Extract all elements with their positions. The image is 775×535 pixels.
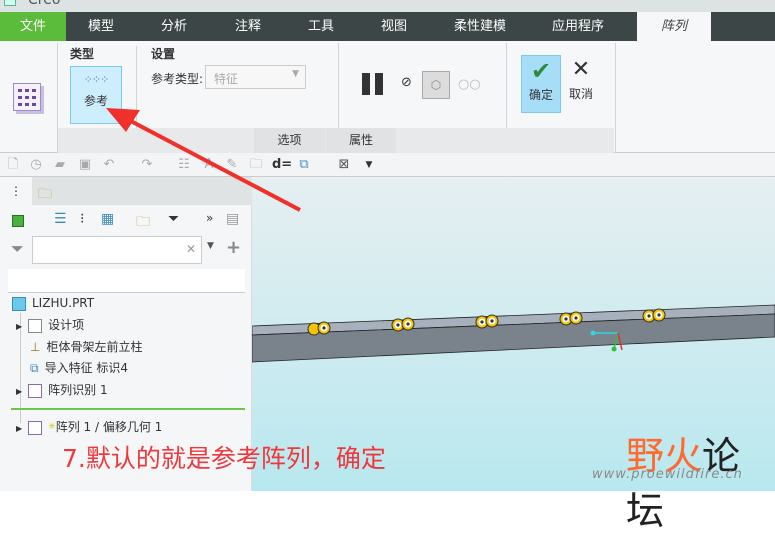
checkmark-icon: ✔ (530, 57, 552, 85)
settings-doc-icon[interactable]: ▤ (226, 211, 239, 227)
tree-item-label: 阵列 1 / 偏移几何 1 (55, 420, 163, 434)
design-items-icon (28, 318, 43, 333)
ref-type-select[interactable]: 特征 ▼ (205, 65, 306, 89)
insert-indicator[interactable] (11, 408, 245, 410)
tree-root[interactable]: LIZHU.PRT (12, 293, 94, 313)
tree-item-label: 设计项 (48, 318, 85, 332)
tab-flexible-modeling[interactable]: 柔性建模 (440, 12, 520, 41)
expand-icon[interactable]: ▶ (16, 424, 22, 433)
add-icon[interactable]: + (226, 237, 241, 258)
tree-root-label: LIZHU.PRT (32, 296, 95, 310)
new-icon[interactable]: 🗋 (5, 157, 21, 173)
tree-item[interactable]: ▶ 设计项 (16, 315, 84, 335)
tab-analysis[interactable]: 分析 (138, 12, 210, 41)
reference-icon: ⁘⁘⁘ (83, 73, 110, 86)
tree-expand-icon[interactable]: ⁝ (80, 211, 84, 227)
regen-list-icon[interactable]: ☷ (176, 157, 192, 173)
tree-filter-icon[interactable]: ⏷ (168, 211, 179, 227)
pause-icon-bar (375, 73, 383, 95)
part-icon (12, 296, 26, 311)
tree-item-label: 柜体骨架左前立柱 (46, 340, 143, 354)
tab-annotate[interactable]: 注释 (212, 12, 284, 41)
ref-type-value: 特征 (214, 72, 239, 86)
settings-group-label: 设置 (151, 47, 176, 61)
cancel-label: 取消 (568, 87, 593, 101)
show-icon[interactable]: ▦ (101, 211, 114, 227)
expand-icon[interactable]: ▶ (16, 387, 22, 396)
ok-button[interactable]: ✔ 确定 (521, 55, 561, 113)
search-input[interactable]: ✕ (32, 236, 202, 264)
folder-check-icon[interactable]: 🗀 (248, 157, 264, 173)
save-icon[interactable]: ▣ (77, 157, 93, 173)
expand-icon[interactable]: ▶ (16, 322, 22, 331)
cancel-button[interactable]: ✕ 取消 (567, 55, 595, 102)
reference-label: 参考 (83, 94, 108, 108)
folder-browser-tab-icon[interactable]: 🗀 (38, 183, 52, 207)
dimension-icon[interactable]: d= (272, 157, 292, 173)
ribbon-tab-strip: 选项 属性 (58, 128, 614, 153)
quick-access-toolbar: 🗋 ◷ ▰ ▣ ↶ ↷ ☷ A ✎ 🗀 d= ⧉ ⊠ ▼ (0, 153, 775, 177)
ribbon: 类型 ⁘⁘⁘ 参考 设置 参考类型: 特征 ▼ ⊘ ⬡ ○○ ✔ 确定 ✕ 取消… (0, 41, 775, 153)
model-tree-tab-icon[interactable]: ⋮ (0, 177, 32, 205)
tab-pattern[interactable]: 阵列 (637, 12, 711, 41)
close-icon: ✕ (571, 57, 591, 82)
undo-icon[interactable]: ↶ (101, 157, 117, 173)
title-bar: Creo (0, 0, 775, 12)
part-icon (12, 215, 24, 227)
pattern-icon (28, 420, 43, 435)
import-feature-icon: ⧉ (30, 361, 39, 375)
annotation-icon[interactable]: A (201, 157, 217, 173)
sketch-icon[interactable]: ✎ (224, 157, 240, 173)
tree-item[interactable]: ⊥ 柜体骨架左前立柱 (30, 337, 142, 357)
customize-toolbar-icon[interactable]: ▼ (361, 157, 377, 173)
verify-preview-icon[interactable]: ⬡ (422, 71, 450, 99)
close-window-icon[interactable]: ⊠ (336, 157, 352, 173)
glasses-icon[interactable]: ○○ (458, 77, 481, 92)
pause-icon[interactable] (362, 73, 370, 95)
asterisk-icon: ✳ (48, 422, 56, 432)
tree-columns-icon[interactable]: ☰ (54, 211, 67, 227)
tab-file[interactable]: 文件 (0, 12, 66, 41)
new-folder-icon[interactable]: 🗀 (136, 211, 150, 235)
tree-item-label: 阵列识别 1 (48, 383, 108, 397)
panel-tabs: ⋮ 🗀 (0, 177, 252, 205)
tree-item-inserting[interactable]: ▶ ✳阵列 1 / 偏移几何 1 (16, 417, 162, 437)
menu-bar: 文件 模型 分析 注释 工具 视图 柔性建模 应用程序 阵列 (0, 12, 775, 41)
tree-item[interactable]: ⧉ 导入特征 标识4 (30, 358, 128, 378)
watermark-url: www.proewildfire.cn (592, 467, 743, 482)
tree-item[interactable]: ▶ 阵列识别 1 (16, 380, 108, 400)
tree-header (8, 269, 245, 293)
tab-properties[interactable]: 属性 (326, 128, 396, 153)
pattern-icon (28, 383, 43, 398)
tab-applications[interactable]: 应用程序 (538, 12, 618, 41)
reference-type-button[interactable]: ⁘⁘⁘ 参考 (70, 66, 122, 124)
filter-icon: ⏷ (11, 239, 24, 258)
tab-options[interactable]: 选项 (254, 128, 325, 153)
open-icon[interactable]: ▰ (52, 157, 68, 173)
more-icon[interactable]: » (206, 211, 213, 225)
tab-view[interactable]: 视图 (358, 12, 430, 41)
redo-icon[interactable]: ↷ (139, 157, 155, 173)
tree-item-label: 导入特征 标识4 (44, 361, 129, 375)
clear-icon[interactable]: ✕ (186, 242, 196, 256)
pattern-icon (13, 83, 41, 111)
regenerate-icon[interactable]: ◷ (28, 157, 44, 173)
windows-icon[interactable]: ⧉ (296, 157, 312, 173)
ref-type-label: 参考类型: (151, 72, 204, 86)
csys-icon: ⊥ (30, 340, 41, 354)
search-dropdown-icon[interactable]: ▼ (207, 241, 214, 251)
chevron-down-icon: ▼ (292, 69, 299, 79)
type-group-label: 类型 (70, 47, 95, 61)
ok-label: 确定 (528, 88, 553, 102)
no-preview-icon[interactable]: ⊘ (401, 75, 412, 90)
app-icon (4, 0, 16, 6)
tab-model[interactable]: 模型 (66, 12, 136, 41)
instruction-annotation: 7.默认的就是参考阵列，确定 (62, 444, 386, 473)
tab-tools[interactable]: 工具 (285, 12, 357, 41)
window-title: Creo (28, 0, 61, 8)
